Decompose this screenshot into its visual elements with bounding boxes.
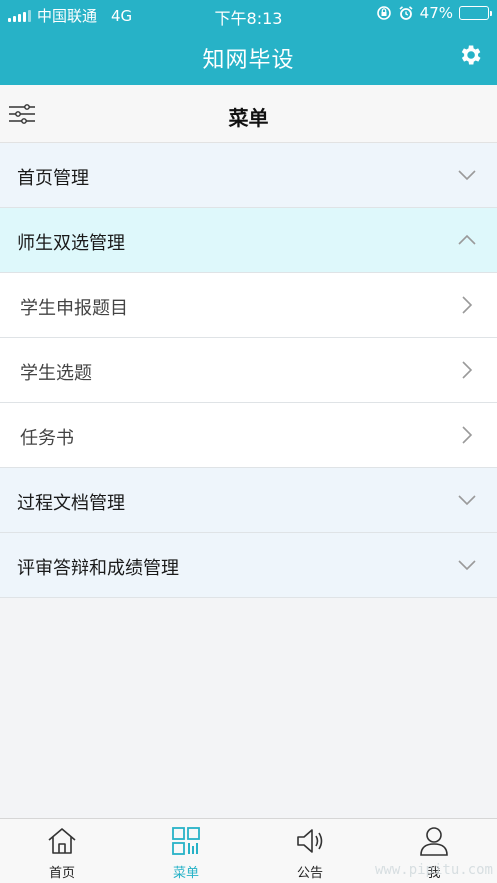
rotation-lock-icon xyxy=(376,6,391,20)
grid-icon xyxy=(172,827,200,855)
tab-home[interactable]: 首页 xyxy=(0,819,124,883)
chevron-right-icon xyxy=(462,426,473,444)
tab-label: 公告 xyxy=(296,866,323,881)
app-title: 知网毕设 xyxy=(202,48,295,73)
chevron-down-icon xyxy=(458,495,476,506)
row-label: 评审答辩和成绩管理 xyxy=(17,558,179,579)
row-label: 首页管理 xyxy=(17,168,89,189)
row-label: 师生双选管理 xyxy=(17,233,125,254)
user-icon xyxy=(420,827,448,856)
chevron-right-icon xyxy=(462,361,473,379)
status-bar: 中国联通 4G 下午8:13 47% xyxy=(0,0,497,28)
speaker-icon xyxy=(297,829,323,853)
tab-notice[interactable]: 公告 xyxy=(248,819,372,883)
menu-list: 首页管理 师生双选管理 学生申报题目 学生选题 任务书 过程文档管理 评审答辩和… xyxy=(0,143,497,598)
menu-header: 菜单 xyxy=(0,85,497,143)
menu-item-topic-select[interactable]: 学生选题 xyxy=(0,338,497,403)
chevron-right-icon xyxy=(462,296,473,314)
chevron-down-icon xyxy=(458,560,476,571)
home-icon xyxy=(48,828,76,854)
menu-item-topic-declare[interactable]: 学生申报题目 xyxy=(0,273,497,338)
category-row-documents[interactable]: 过程文档管理 xyxy=(0,468,497,533)
battery-percent: 47% xyxy=(419,4,453,22)
tab-label: 菜单 xyxy=(172,866,199,881)
category-row-selection[interactable]: 师生双选管理 xyxy=(0,208,497,273)
tab-label: 首页 xyxy=(48,866,75,881)
menu-title: 菜单 xyxy=(228,106,269,130)
chevron-down-icon xyxy=(458,170,476,181)
category-row-review[interactable]: 评审答辩和成绩管理 xyxy=(0,533,497,598)
chevron-up-icon xyxy=(458,234,476,245)
gear-icon[interactable] xyxy=(457,42,483,68)
watermark-text: www.pipitu.com xyxy=(374,862,493,878)
alarm-icon xyxy=(399,6,413,20)
category-row-home[interactable]: 首页管理 xyxy=(0,143,497,208)
battery-icon xyxy=(459,6,492,20)
row-label: 学生申报题目 xyxy=(20,298,128,319)
row-label: 学生选题 xyxy=(20,363,92,384)
row-label: 任务书 xyxy=(20,428,74,449)
menu-item-task-book[interactable]: 任务书 xyxy=(0,403,497,468)
tab-menu[interactable]: 菜单 xyxy=(124,819,248,883)
top-bar: 中国联通 4G 下午8:13 47% 知网毕设 xyxy=(0,0,497,85)
title-bar: 知网毕设 xyxy=(0,28,497,85)
row-label: 过程文档管理 xyxy=(17,493,125,514)
